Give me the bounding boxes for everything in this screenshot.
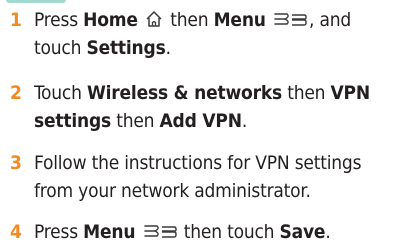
cropped-heading-fragment bbox=[6, 0, 66, 3]
step-text-fragment: touch bbox=[34, 37, 87, 59]
step-number: 4 bbox=[10, 221, 22, 243]
step-text-fragment: . bbox=[165, 37, 171, 59]
step-number: 1 bbox=[10, 9, 22, 31]
vpn-label: VPN bbox=[330, 82, 371, 104]
step-text-fragment: . bbox=[325, 221, 331, 243]
menu-icon bbox=[272, 9, 308, 29]
step-text-fragment: , and bbox=[309, 9, 352, 31]
wireless-networks-label: Wireless & networks bbox=[86, 82, 282, 104]
add-vpn-label: Add VPN bbox=[159, 110, 243, 132]
settings-label: settings bbox=[34, 110, 111, 132]
step-text-fragment: then bbox=[170, 9, 214, 31]
step-text-fragment: then touch bbox=[178, 221, 280, 243]
save-label: Save bbox=[279, 221, 326, 243]
home-icon bbox=[144, 9, 164, 29]
step-number: 2 bbox=[10, 82, 22, 104]
step-text-line: Follow the instructions for VPN settings bbox=[34, 152, 362, 174]
step-text: Press Home then Menu , and touch Setting… bbox=[34, 6, 410, 62]
step-text-fragment: Press bbox=[34, 9, 84, 31]
step-text: Press Menu then touch Save. bbox=[34, 218, 410, 246]
step-text-fragment: Press bbox=[34, 221, 84, 243]
step-text-line: from your network administrator. bbox=[34, 180, 311, 202]
step-text: Touch Wireless & networks then VPN setti… bbox=[34, 79, 410, 135]
step-text-fragment: then bbox=[110, 110, 160, 132]
step-text-fragment: then bbox=[281, 82, 331, 104]
home-key-label: Home bbox=[83, 9, 138, 31]
step-number: 3 bbox=[10, 152, 22, 174]
step-text-fragment: Touch bbox=[34, 82, 87, 104]
settings-label: Settings bbox=[86, 37, 166, 59]
step-text-fragment: . bbox=[241, 110, 248, 132]
menu-icon bbox=[142, 221, 178, 241]
menu-key-label: Menu bbox=[213, 9, 266, 31]
menu-key-label: Menu bbox=[83, 221, 136, 243]
step-text: Follow the instructions for VPN settings… bbox=[34, 149, 410, 205]
